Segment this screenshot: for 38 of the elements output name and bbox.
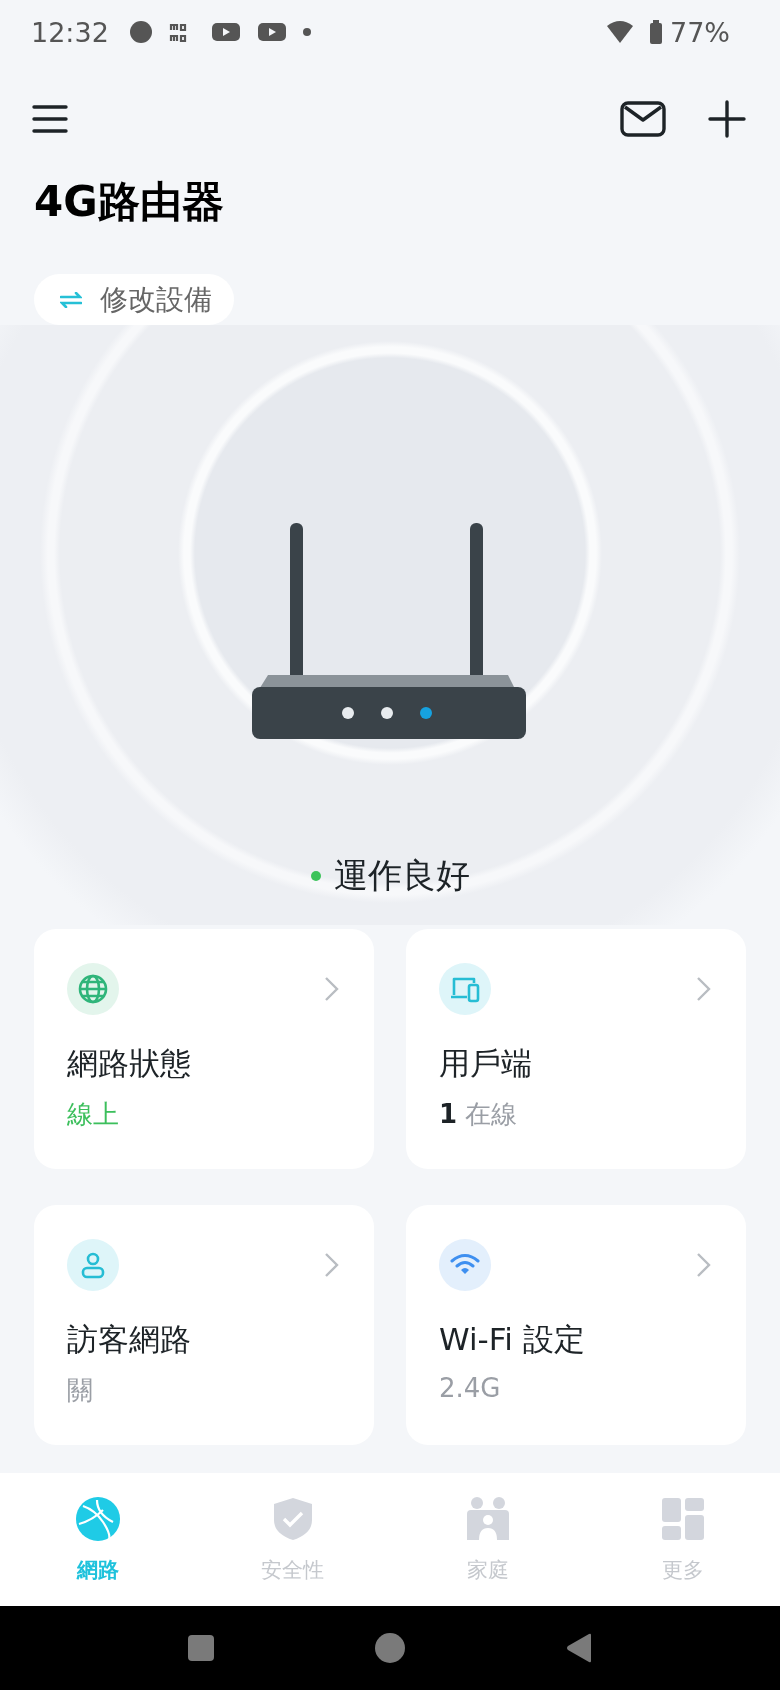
card-value: 關 (67, 1374, 94, 1407)
card-title: 用戶端 (439, 1044, 533, 1083)
family-icon (464, 1495, 511, 1542)
feature-card[interactable]: 網路狀態 線上 (34, 929, 374, 1169)
menu-icon[interactable] (32, 104, 68, 134)
card-title: Wi-Fi 設定 (439, 1320, 586, 1359)
card-title: 訪客網路 (67, 1320, 192, 1359)
device-title: 4G路由器 (33, 176, 225, 228)
recents-icon[interactable] (187, 1634, 215, 1662)
home-icon[interactable] (375, 1633, 405, 1663)
globe-icon (74, 1495, 121, 1542)
card-value: 線上 (67, 1098, 120, 1131)
dot-icon (302, 28, 311, 36)
card-value: 1 在線 (439, 1098, 519, 1131)
feature-card[interactable]: Wi-Fi 設定 2.4G (406, 1205, 746, 1445)
swap-icon (60, 291, 82, 308)
grid-icon (659, 1495, 706, 1542)
battery-icon (650, 20, 662, 44)
wifi-icon (606, 20, 634, 44)
status-text: 運作良好 (334, 854, 470, 897)
add-icon[interactable] (708, 100, 746, 138)
globe-icon (77, 973, 109, 1005)
switch-device-button[interactable]: 修改設備 (34, 274, 234, 325)
card-title: 網路狀態 (67, 1044, 192, 1083)
chevron-right-icon (324, 1252, 340, 1278)
mail-icon[interactable] (620, 101, 666, 137)
feature-card[interactable]: 訪客網路 關 (34, 1205, 374, 1445)
circle-icon (128, 20, 153, 44)
play-icon (210, 21, 241, 43)
chevron-right-icon (696, 1252, 712, 1278)
battery-level: 77% (670, 16, 730, 48)
card-value: 2.4G (439, 1373, 502, 1403)
chevron-right-icon (696, 976, 712, 1002)
chevron-right-icon (324, 976, 340, 1002)
play-icon (256, 21, 287, 43)
feature-card[interactable]: 用戶端 1 在線 (406, 929, 746, 1169)
status-time: 12:32 (31, 16, 109, 48)
back-icon[interactable] (565, 1633, 593, 1663)
